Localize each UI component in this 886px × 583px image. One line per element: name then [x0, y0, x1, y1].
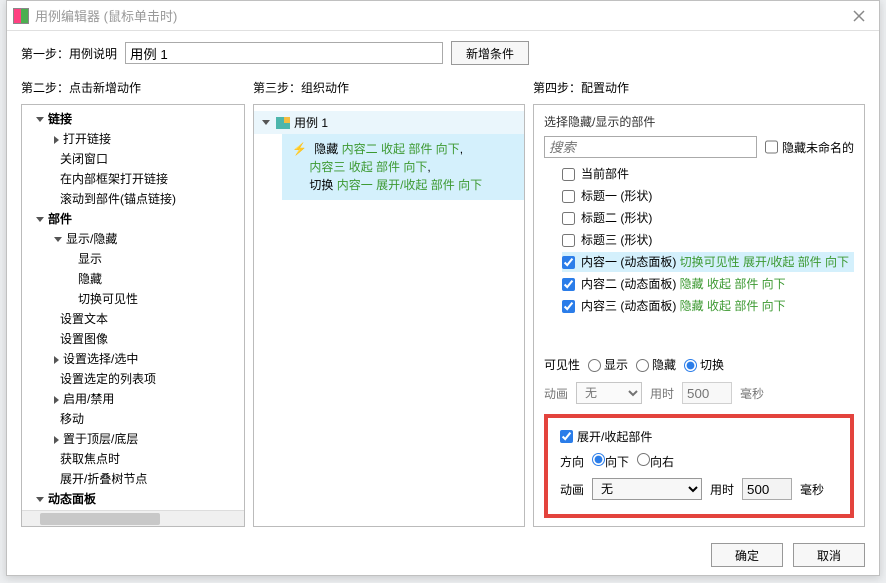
anim-select[interactable]: 无 [592, 478, 702, 500]
expand-collapse[interactable]: 展开/折叠树节点 [60, 472, 147, 486]
cat-dynamic-panel: 动态面板 [48, 492, 96, 506]
time-label: 用时 [710, 481, 734, 498]
cat-links: 链接 [48, 112, 72, 126]
vis-hide[interactable]: 隐藏 [636, 354, 676, 376]
widget-h1[interactable]: 标题一 (形状) [562, 186, 854, 206]
cancel-button[interactable]: 取消 [793, 543, 865, 567]
anim-label: 动画 [560, 481, 584, 498]
step1-label: 第一步：用例说明 [21, 45, 117, 62]
case-name: 用例 1 [294, 114, 328, 131]
dir-down[interactable]: 向下 [592, 453, 629, 470]
get-focus[interactable]: 获取焦点时 [60, 452, 120, 466]
lightning-icon: ⚡ [292, 142, 307, 156]
set-list[interactable]: 设置选定的列表项 [60, 372, 156, 386]
bring-front-back[interactable]: 置于顶层/底层 [63, 432, 138, 446]
show-hide[interactable]: 显示/隐藏 [66, 232, 117, 246]
widget-current[interactable]: 当前部件 [562, 164, 854, 184]
anim-top-select[interactable]: 无 [576, 382, 642, 404]
highlighted-section: 展开/收起部件 方向 向下 向右 动画 无 用时 毫秒 [544, 414, 854, 518]
case-icon [276, 117, 290, 129]
cat-widgets: 部件 [48, 212, 72, 226]
vis-show[interactable]: 显示 [588, 354, 628, 376]
close-icon[interactable] [839, 1, 879, 31]
tree-toggle-vis[interactable]: 切换可见性 [78, 292, 138, 306]
step4-label: 第四步：配置动作 [533, 79, 629, 96]
action-tree[interactable]: 链接 打开链接 关闭窗口 在内部框架打开链接 滚动到部件(锚点链接) 部件 [22, 105, 244, 510]
app-icon [13, 8, 29, 24]
set-image[interactable]: 设置图像 [60, 332, 108, 346]
anim-top-label: 动画 [544, 385, 568, 402]
open-in-frame[interactable]: 在内部框架打开链接 [60, 172, 168, 186]
visibility-label: 可见性 [544, 354, 580, 376]
add-condition-button[interactable]: 新增条件 [451, 41, 529, 65]
select-widgets-title: 选择隐藏/显示的部件 [544, 113, 854, 130]
action-item[interactable]: ⚡ 隐藏 内容二 收起 部件 向下, 内容三 收起 部件 向下, 切换 内容一 … [282, 134, 524, 200]
tree-hide[interactable]: 隐藏 [78, 272, 102, 286]
open-link[interactable]: 打开链接 [63, 132, 111, 146]
chevron-down-icon [262, 120, 270, 125]
scroll-anchor[interactable]: 滚动到部件(锚点链接) [60, 192, 176, 206]
search-input[interactable] [544, 136, 757, 158]
step2-label: 第二步：点击新增动作 [21, 79, 245, 96]
widget-c2[interactable]: 内容二 (动态面板) 隐藏 收起 部件 向下 [562, 274, 854, 294]
anim-time-input[interactable] [742, 478, 792, 500]
case-row[interactable]: 用例 1 [254, 111, 524, 134]
set-text[interactable]: 设置文本 [60, 312, 108, 326]
close-window[interactable]: 关闭窗口 [60, 152, 108, 166]
ms-label: 毫秒 [800, 481, 824, 498]
widget-c1[interactable]: 内容一 (动态面板) 切换可见性 展开/收起 部件 向下 [562, 252, 854, 272]
enable-disable[interactable]: 启用/禁用 [63, 392, 114, 406]
window-title: 用例编辑器 (鼠标单击时) [35, 6, 839, 25]
set-selected[interactable]: 设置选择/选中 [63, 352, 138, 366]
hide-unnamed-checkbox[interactable]: 隐藏未命名的 [765, 136, 854, 158]
anim-top-time[interactable] [682, 382, 732, 404]
ok-button[interactable]: 确定 [711, 543, 783, 567]
tree-show[interactable]: 显示 [78, 252, 102, 266]
direction-label: 方向 [560, 453, 584, 470]
case-name-input[interactable] [125, 42, 443, 64]
dir-right[interactable]: 向右 [637, 453, 674, 470]
widget-h3[interactable]: 标题三 (形状) [562, 230, 854, 250]
step3-label: 第三步：组织动作 [253, 79, 525, 96]
widget-h2[interactable]: 标题二 (形状) [562, 208, 854, 228]
vis-toggle[interactable]: 切换 [684, 354, 724, 376]
tree-move[interactable]: 移动 [60, 412, 84, 426]
widget-c3[interactable]: 内容三 (动态面板) 隐藏 收起 部件 向下 [562, 296, 854, 316]
expand-collapse-widget-checkbox[interactable]: 展开/收起部件 [560, 428, 838, 445]
tree-scrollbar[interactable] [22, 510, 244, 526]
